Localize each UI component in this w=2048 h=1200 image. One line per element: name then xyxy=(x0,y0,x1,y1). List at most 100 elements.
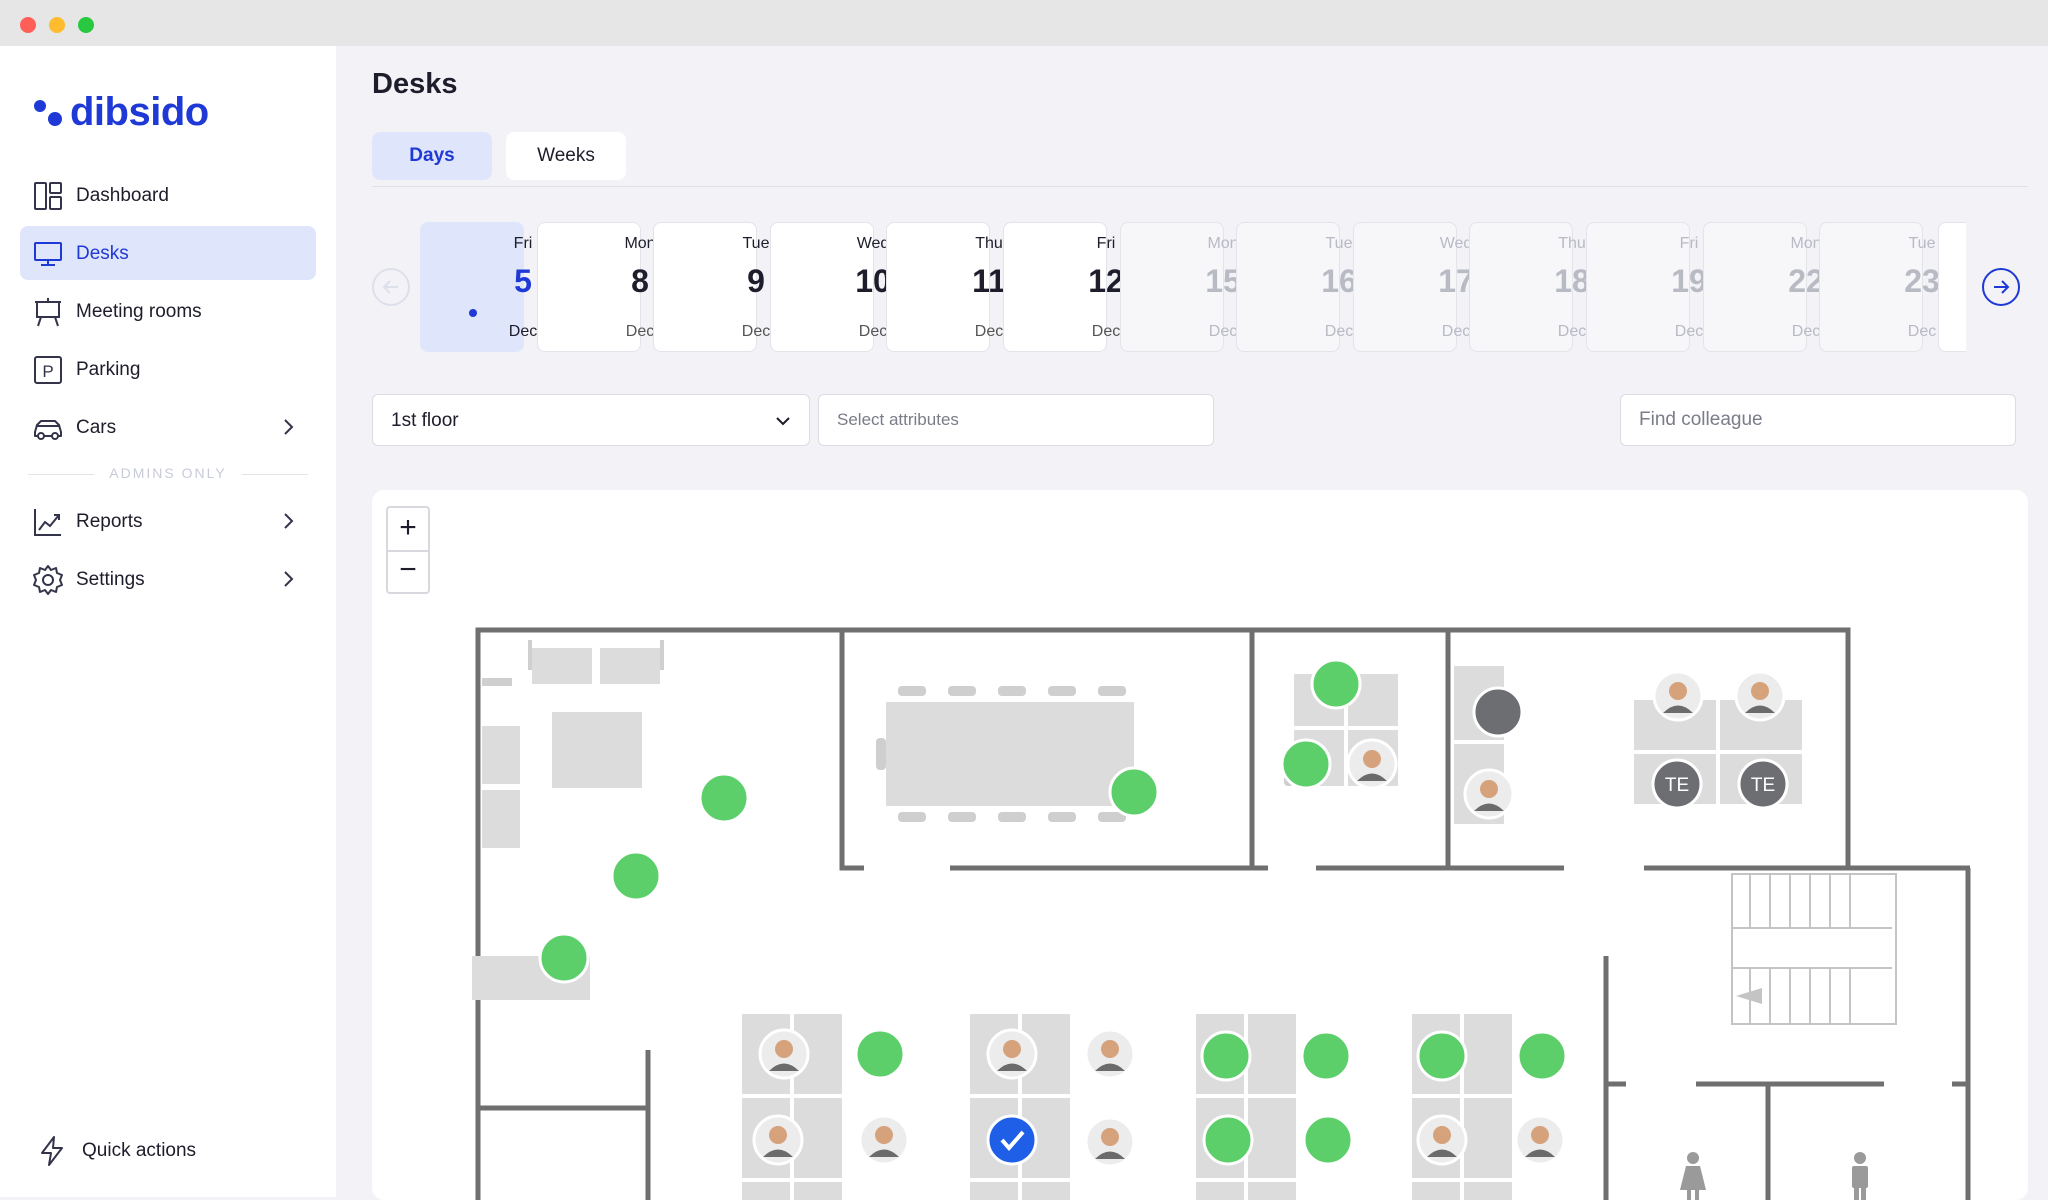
arrow-left-icon xyxy=(382,280,398,294)
free-seat[interactable] xyxy=(610,850,662,902)
sidebar-item-meeting-rooms[interactable]: Meeting rooms xyxy=(20,284,316,338)
dashboard-icon xyxy=(34,182,62,210)
date-card-partial[interactable] xyxy=(1938,222,1966,352)
occupied-seat-avatar[interactable] xyxy=(986,1028,1038,1080)
date-card[interactable]: Tue 23 Dec xyxy=(1819,222,1940,352)
quick-actions-button[interactable]: Quick actions xyxy=(20,1123,316,1177)
initials-seat[interactable]: TE xyxy=(1737,758,1789,810)
find-colleague-input[interactable] xyxy=(1620,394,2016,446)
free-seat[interactable] xyxy=(1302,1114,1354,1166)
sidebar-item-reports[interactable]: Reports xyxy=(20,494,316,548)
sidebar-item-label: Desks xyxy=(76,243,129,264)
sidebar-item-label: Parking xyxy=(76,359,141,380)
monitor-icon xyxy=(34,242,62,266)
close-window-button[interactable] xyxy=(20,17,36,33)
quick-actions-label: Quick actions xyxy=(82,1140,197,1161)
maximize-window-button[interactable] xyxy=(78,17,94,33)
lightning-icon xyxy=(41,1136,63,1166)
date-card[interactable]: Wed 10 Dec xyxy=(770,222,891,352)
occupied-seat-avatar[interactable] xyxy=(1463,768,1515,820)
free-seat[interactable] xyxy=(1516,1030,1568,1082)
restroom-woman-icon xyxy=(1680,1152,1706,1200)
chevron-down-icon xyxy=(776,417,790,426)
occupied-seat-avatar[interactable] xyxy=(1652,670,1704,722)
window-titlebar xyxy=(0,0,2048,46)
free-seat[interactable] xyxy=(1310,658,1362,710)
sidebar-item-cars[interactable]: Cars xyxy=(20,400,316,454)
date-card[interactable]: Tue 16 Dec xyxy=(1236,222,1357,352)
car-icon xyxy=(34,420,62,440)
staircase xyxy=(1731,873,1897,1025)
zoom-in-button[interactable]: + xyxy=(388,508,428,552)
occupied-seat-avatar[interactable] xyxy=(752,1114,804,1166)
occupied-seat-avatar[interactable] xyxy=(758,1028,810,1080)
free-seat[interactable] xyxy=(854,1028,906,1080)
arrow-right-icon xyxy=(1994,280,2010,294)
free-seat[interactable] xyxy=(1200,1030,1252,1082)
initials-badge: TE xyxy=(1665,775,1689,796)
gear-icon xyxy=(33,565,63,595)
date-card[interactable]: Mon 8 Dec xyxy=(537,222,656,352)
floor-plan: TE TE xyxy=(472,627,1971,1200)
sidebar-item-label: Dashboard xyxy=(76,185,169,206)
tab-days[interactable]: Days xyxy=(372,132,492,180)
chevron-right-icon xyxy=(284,513,294,529)
selected-date-dot xyxy=(469,309,477,317)
free-seat[interactable] xyxy=(1300,1030,1352,1082)
zoom-controls: + − xyxy=(386,506,430,594)
chevron-right-icon xyxy=(284,419,294,435)
date-card[interactable]: Thu 11 Dec xyxy=(886,222,1006,352)
sidebar-item-parking[interactable]: P Parking xyxy=(20,342,316,396)
occupied-seat-avatar[interactable] xyxy=(1084,1116,1136,1168)
date-card[interactable]: Wed 17 Dec xyxy=(1353,222,1474,352)
main-content: Desks Days Weeks Fri 5 Dec Mon 8 Dec Tue 9 Dec We… xyxy=(336,46,2048,1200)
tab-weeks[interactable]: Weeks xyxy=(506,132,626,180)
admins-only-label: ADMINS ONLY xyxy=(109,465,227,481)
selected-seat[interactable] xyxy=(986,1114,1038,1166)
unavailable-seat xyxy=(1472,686,1524,738)
free-seat[interactable] xyxy=(1416,1030,1468,1082)
sidebar-item-settings[interactable]: Settings xyxy=(20,552,316,606)
logo-dot xyxy=(48,112,62,126)
sidebar: dibsido Dashboard Desks Meeting rooms P … xyxy=(0,46,336,1197)
date-card[interactable]: Thu 18 Dec xyxy=(1469,222,1590,352)
free-seat[interactable] xyxy=(698,772,750,824)
free-seat[interactable] xyxy=(538,932,590,984)
date-card[interactable]: Tue 9 Dec xyxy=(653,222,770,352)
page-title: Desks xyxy=(372,68,458,100)
logo-text: dibsido xyxy=(70,90,209,134)
date-card[interactable]: Mon 22 Dec xyxy=(1703,222,1824,352)
date-card[interactable]: Fri 5 Dec xyxy=(420,222,537,352)
occupied-seat-avatar[interactable] xyxy=(1734,670,1786,722)
date-card[interactable]: Mon 15 Dec xyxy=(1120,222,1241,352)
free-seat[interactable] xyxy=(1108,766,1160,818)
minimize-window-button[interactable] xyxy=(49,17,65,33)
occupied-seat-avatar[interactable] xyxy=(1084,1028,1136,1080)
previous-dates-button[interactable] xyxy=(372,268,410,306)
free-seat[interactable] xyxy=(1280,738,1332,790)
occupied-seat-avatar[interactable] xyxy=(1514,1114,1566,1166)
restroom-man-icon xyxy=(1852,1152,1868,1200)
admins-only-divider: ADMINS ONLY xyxy=(28,464,308,484)
presentation-board-icon xyxy=(35,298,61,327)
free-seat[interactable] xyxy=(1202,1114,1254,1166)
sidebar-item-label: Settings xyxy=(76,569,145,590)
parking-icon: P xyxy=(34,356,62,384)
floor-select[interactable]: 1st floor xyxy=(372,394,810,446)
sidebar-item-desks[interactable]: Desks xyxy=(20,226,316,280)
next-dates-button[interactable] xyxy=(1982,268,2020,306)
zoom-out-button[interactable]: − xyxy=(388,550,428,592)
floor-select-value: 1st floor xyxy=(391,410,459,431)
sidebar-item-label: Cars xyxy=(76,417,117,438)
occupied-seat-avatar[interactable] xyxy=(1346,738,1398,790)
attributes-select[interactable] xyxy=(818,394,1214,446)
date-card[interactable]: Fri 19 Dec xyxy=(1586,222,1707,352)
floor-map[interactable]: TE TE + − xyxy=(372,490,2028,1200)
occupied-seat-avatar[interactable] xyxy=(858,1114,910,1166)
date-card[interactable]: Fri 12 Dec xyxy=(1003,222,1124,352)
initials-seat[interactable]: TE xyxy=(1651,758,1703,810)
occupied-seat-avatar[interactable] xyxy=(1416,1114,1468,1166)
logo-dot xyxy=(34,100,46,112)
sidebar-item-dashboard[interactable]: Dashboard xyxy=(20,168,316,222)
chevron-right-icon xyxy=(284,571,294,587)
